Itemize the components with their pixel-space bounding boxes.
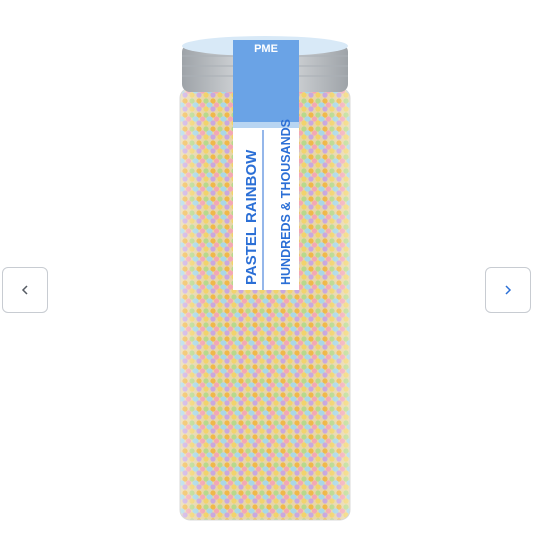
chevron-left-icon: [21, 285, 28, 295]
product-photo: PME PASTEL RAINBOW HUNDREDS & THOUSANDS: [179, 36, 351, 521]
next-image-button[interactable]: [485, 267, 531, 313]
product-image-viewer: PME PASTEL RAINBOW HUNDREDS & THOUSANDS: [0, 0, 533, 533]
brand-logo: PME: [254, 43, 278, 55]
chevron-right-icon: [505, 285, 512, 295]
product-name-line1: PASTEL RAINBOW: [243, 149, 260, 285]
product-name-line2: HUNDREDS & THOUSANDS: [279, 119, 293, 285]
previous-image-button[interactable]: [2, 267, 48, 313]
